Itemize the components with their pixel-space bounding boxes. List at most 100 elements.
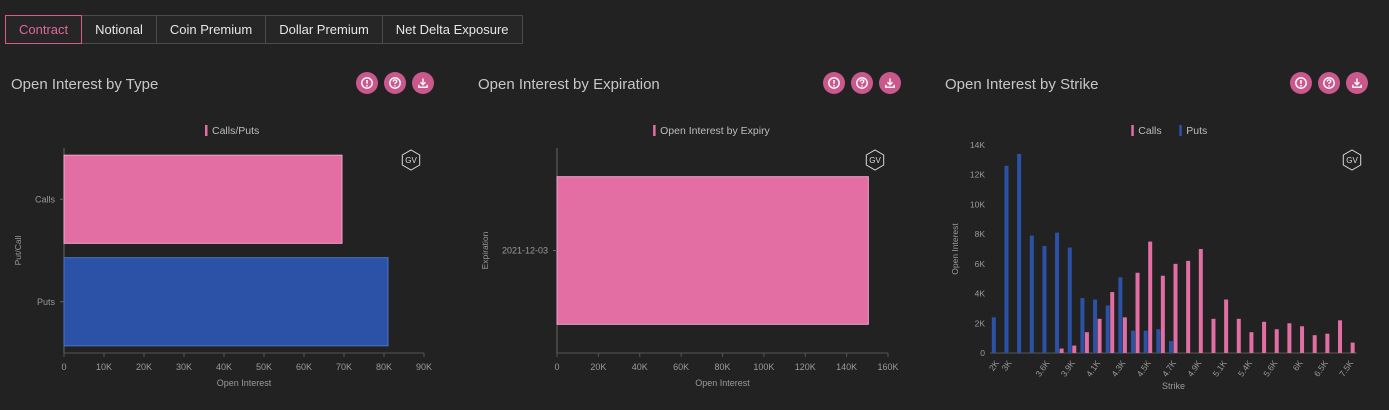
bar-calls-5-2k bbox=[1236, 318, 1241, 353]
tab-net-delta-exposure[interactable]: Net Delta Exposure bbox=[381, 15, 523, 44]
x-tick-label: 80K bbox=[714, 362, 730, 372]
y-tick-label: 4K bbox=[975, 289, 986, 299]
watermark-text: GV bbox=[405, 156, 417, 165]
bar-calls bbox=[63, 154, 343, 244]
x-tick-label: 140K bbox=[836, 362, 857, 372]
download-icon bbox=[1352, 78, 1362, 88]
metric-tabs: Contract Notional Coin Premium Dollar Premi… bbox=[5, 15, 523, 44]
bar-calls-5-8k bbox=[1287, 323, 1292, 353]
legend-swatch bbox=[1131, 125, 1134, 136]
bar-calls-5k bbox=[1211, 318, 1216, 353]
bar-puts-4-4k bbox=[1131, 330, 1136, 353]
bar-puts-4-6k bbox=[1156, 329, 1161, 353]
bar-calls-5-1k bbox=[1224, 299, 1229, 353]
y-tick-label: 10K bbox=[970, 199, 985, 209]
x-tick-label: 40K bbox=[632, 362, 648, 372]
tab-coin-premium[interactable]: Coin Premium bbox=[155, 15, 267, 44]
y-axis-title: Open Interest bbox=[950, 223, 960, 275]
bar-calls-4-9k bbox=[1198, 249, 1203, 353]
bar-puts-3-6k bbox=[1042, 246, 1047, 353]
y-tick-label: 14K bbox=[970, 140, 985, 150]
bar-calls-4-4k bbox=[1135, 272, 1140, 353]
chart-open-interest-by-expiration: 0 20K 40K 60K 80K 100K 120K 140K 160K 2021-12-03 O… bbox=[480, 125, 899, 388]
bar-calls-6k bbox=[1300, 326, 1305, 353]
x-axis-title: Open Interest bbox=[695, 378, 750, 388]
bar-calls-7k bbox=[1338, 320, 1343, 353]
y-tick-label: 8K bbox=[975, 229, 986, 239]
bar-puts-4-7k bbox=[1169, 341, 1173, 353]
x-tick-label: 60K bbox=[296, 362, 312, 372]
download-button[interactable] bbox=[1346, 72, 1368, 94]
x-tick-label: 2K bbox=[987, 358, 1001, 373]
tab-contract[interactable]: Contract bbox=[5, 15, 83, 44]
bar-calls-4-3k bbox=[1122, 317, 1127, 353]
bar-puts-3-9k bbox=[1067, 247, 1072, 353]
x-tick-label: 4.9K bbox=[1185, 358, 1203, 378]
panel-title: Open Interest by Expiration bbox=[478, 76, 660, 93]
legend-swatch bbox=[653, 125, 656, 136]
panel-title: Open Interest by Type bbox=[11, 76, 159, 93]
bar-calls-5-6k bbox=[1274, 329, 1279, 353]
y-tick-label: Calls bbox=[35, 194, 56, 204]
x-tick-label: 5.4K bbox=[1236, 358, 1254, 378]
x-tick-label: 100K bbox=[753, 362, 774, 372]
legend-swatch bbox=[205, 125, 208, 136]
tab-dollar-premium[interactable]: Dollar Premium bbox=[265, 15, 383, 44]
tab-notional[interactable]: Notional bbox=[81, 15, 157, 44]
x-tick-label: 4.5K bbox=[1135, 358, 1153, 378]
panel-actions bbox=[823, 72, 901, 94]
x-tick-label: 80K bbox=[376, 362, 392, 372]
help-icon bbox=[856, 77, 868, 89]
x-tick-label: 40K bbox=[216, 362, 232, 372]
info-button[interactable] bbox=[356, 72, 378, 94]
legend-swatch bbox=[1179, 125, 1182, 136]
bar-calls-4-5k bbox=[1148, 241, 1153, 353]
bar-calls-4-1k bbox=[1097, 318, 1102, 353]
legend-label: Puts bbox=[1186, 125, 1207, 137]
info-button[interactable] bbox=[1290, 72, 1312, 94]
x-axis-title: Open Interest bbox=[217, 378, 272, 388]
bar-puts-4-3k bbox=[1118, 277, 1123, 353]
help-button[interactable] bbox=[1318, 72, 1340, 94]
gv-watermark-icon: GV bbox=[1342, 149, 1362, 171]
bar-2021-12-03 bbox=[556, 176, 869, 325]
x-tick-label: 0 bbox=[554, 362, 559, 372]
y-tick-label: Puts bbox=[37, 297, 56, 307]
x-tick-label: 3.9K bbox=[1059, 358, 1077, 378]
x-tick-label: 0 bbox=[61, 362, 66, 372]
x-tick-label: 4.3K bbox=[1109, 358, 1127, 378]
gv-watermark-icon: GV bbox=[401, 149, 421, 171]
x-tick-label: 10K bbox=[96, 362, 112, 372]
bar-calls-6-2k bbox=[1312, 335, 1317, 353]
bar-puts bbox=[63, 257, 389, 347]
help-icon bbox=[389, 77, 401, 89]
help-button[interactable] bbox=[384, 72, 406, 94]
x-tick-label: 50K bbox=[256, 362, 272, 372]
bar-calls-4-6k bbox=[1160, 275, 1165, 353]
panel-open-interest-by-expiration: Open Interest by Expiration 0 20K 40K 60K 80… bbox=[472, 60, 932, 405]
x-tick-label: 20K bbox=[590, 362, 606, 372]
x-tick-label: 4.1K bbox=[1084, 358, 1102, 378]
bar-puts-3k bbox=[1004, 165, 1009, 353]
panel-actions bbox=[1290, 72, 1368, 94]
bar-puts-4-5k bbox=[1143, 330, 1148, 353]
download-icon bbox=[418, 78, 428, 88]
x-tick-label: 5.1K bbox=[1211, 358, 1229, 378]
info-icon bbox=[361, 77, 373, 89]
bar-calls-3-9k bbox=[1072, 345, 1077, 353]
help-button[interactable] bbox=[851, 72, 873, 94]
watermark-text: GV bbox=[869, 156, 881, 165]
x-tick-label: 6K bbox=[1291, 358, 1305, 373]
info-button[interactable] bbox=[823, 72, 845, 94]
x-tick-label: 120K bbox=[795, 362, 816, 372]
chart-open-interest-by-type: 0 10K 20K 30K 40K 50K 60K 70K 80K 90K Calls Puts Ope… bbox=[13, 125, 432, 388]
bar-puts-3-2k bbox=[1017, 153, 1022, 353]
x-tick-label: 20K bbox=[136, 362, 152, 372]
legend-label: Calls/Puts bbox=[212, 125, 259, 137]
bar-calls-3-8k bbox=[1059, 348, 1064, 353]
y-axis-title: Put/Call bbox=[13, 236, 23, 266]
bar-calls-4-7k bbox=[1173, 263, 1178, 353]
download-button[interactable] bbox=[879, 72, 901, 94]
x-tick-label: 160K bbox=[877, 362, 898, 372]
download-button[interactable] bbox=[412, 72, 434, 94]
